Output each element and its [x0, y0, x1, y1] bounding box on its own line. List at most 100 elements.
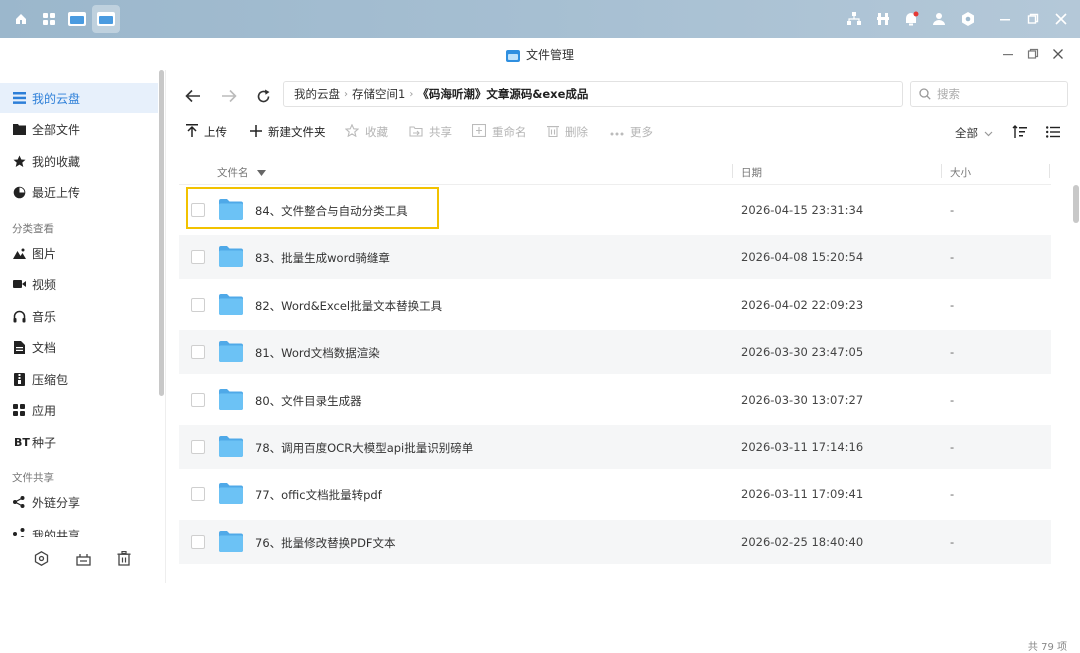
file-name[interactable]: 80、文件目录生成器	[255, 393, 362, 409]
refresh-icon[interactable]	[253, 86, 273, 106]
table-row[interactable]: 83、批量生成word骑缝章 2026-04-08 15:20:54 -	[179, 235, 1051, 279]
row-checkbox[interactable]	[191, 487, 205, 501]
folder-icon	[219, 389, 243, 411]
file-date: 2026-04-15 23:31:34	[741, 203, 864, 217]
column-header-name[interactable]: 文件名	[217, 165, 266, 180]
sort-caret-down-icon[interactable]	[256, 167, 266, 179]
table-row[interactable]: 84、文件整合与自动分类工具 2026-04-15 23:31:34 -	[179, 188, 1051, 232]
file-size: -	[950, 203, 955, 217]
star-outline-icon	[344, 123, 360, 140]
file-name[interactable]: 77、offic文档批量转pdf	[255, 487, 382, 503]
row-checkbox[interactable]	[191, 393, 205, 407]
table-row[interactable]: 80、文件目录生成器 2026-03-30 13:07:27 -	[179, 378, 1051, 422]
settings-gear-icon[interactable]	[954, 5, 982, 33]
column-divider	[1049, 164, 1050, 178]
breadcrumb-item[interactable]: 存储空间1	[352, 86, 405, 102]
search-input[interactable]	[935, 86, 1059, 102]
breadcrumb-item[interactable]: 我的云盘	[294, 86, 340, 102]
favorite-button[interactable]: 收藏	[344, 123, 388, 141]
sidebar-scrollbar[interactable]	[159, 70, 164, 396]
sidebar-item-favorites[interactable]: 我的收藏	[0, 146, 158, 176]
chevron-right-icon: ›	[409, 88, 414, 100]
file-manager-app-icon[interactable]	[63, 5, 91, 33]
hexagon-settings-icon[interactable]	[31, 548, 51, 568]
mountain-image-icon	[12, 246, 26, 260]
file-date: 2026-03-11 17:14:16	[741, 440, 864, 454]
sort-icon[interactable]	[1011, 124, 1027, 140]
file-list-scrollbar[interactable]	[1073, 185, 1079, 223]
list-view-icon[interactable]	[1045, 124, 1061, 140]
user-icon[interactable]	[925, 5, 953, 33]
close-icon[interactable]	[1047, 5, 1075, 33]
rename-label: 重命名	[492, 125, 527, 139]
window-close-icon[interactable]	[1050, 46, 1066, 62]
file-size: -	[950, 250, 955, 264]
desktop-top-bar	[0, 0, 1080, 38]
minimize-icon[interactable]	[991, 5, 1019, 33]
tools-icon[interactable]	[869, 5, 897, 33]
notification-bell-icon[interactable]	[897, 5, 925, 33]
trash-icon[interactable]	[114, 548, 134, 568]
table-row[interactable]: 82、Word&Excel批量文本替换工具 2026-04-02 22:09:23…	[179, 283, 1051, 327]
sidebar-item-my-cloud[interactable]: 我的云盘	[0, 83, 158, 113]
table-row[interactable]: 76、批量修改替换PDF文本 2026-02-25 18:40:40 -	[179, 520, 1051, 564]
upload-icon	[186, 124, 198, 140]
table-row[interactable]: 78、调用百度OCR大模型api批量识别磅单 2026-03-11 17:14:1…	[179, 425, 1051, 469]
sidebar-item-documents[interactable]: 文档	[0, 332, 158, 362]
file-size: -	[950, 440, 955, 454]
column-header-size[interactable]: 大小	[950, 165, 971, 180]
file-name[interactable]: 76、批量修改替换PDF文本	[255, 535, 396, 551]
sidebar-item-torrents[interactable]: BT 种子	[0, 427, 158, 457]
window-minimize-icon[interactable]	[1000, 46, 1016, 62]
home-icon[interactable]	[7, 5, 35, 33]
file-name[interactable]: 83、批量生成word骑缝章	[255, 250, 390, 266]
share-label: 共享	[429, 125, 452, 139]
filter-dropdown[interactable]: 全部	[955, 125, 993, 141]
file-date: 2026-02-25 18:40:40	[741, 535, 864, 549]
table-row[interactable]: 81、Word文档数据渲染 2026-03-30 23:47:05 -	[179, 330, 1051, 374]
back-arrow-icon[interactable]	[183, 86, 203, 106]
restore-icon[interactable]	[1019, 5, 1047, 33]
device-transfer-icon[interactable]	[73, 548, 93, 568]
row-checkbox[interactable]	[191, 298, 205, 312]
star-icon	[12, 154, 26, 168]
apps-grid-icon[interactable]	[35, 5, 63, 33]
rename-button[interactable]: 重命名	[471, 123, 527, 141]
row-checkbox[interactable]	[191, 440, 205, 454]
delete-button[interactable]: 删除	[547, 123, 588, 141]
file-size: -	[950, 298, 955, 312]
table-row[interactable]: 77、offic文档批量转pdf 2026-03-11 17:09:41 -	[179, 472, 1051, 516]
sidebar-item-label: 压缩包	[32, 372, 69, 387]
sidebar-item-recent-uploads[interactable]: 最近上传	[0, 177, 158, 207]
column-divider	[732, 164, 733, 178]
sidebar-item-videos[interactable]: 视频	[0, 269, 158, 299]
sidebar-item-my-shares[interactable]: 我的共享	[0, 519, 158, 537]
sidebar-item-archives[interactable]: 压缩包	[0, 364, 158, 394]
upload-button[interactable]: 上传	[186, 123, 227, 141]
network-icon[interactable]	[840, 5, 868, 33]
row-checkbox[interactable]	[191, 535, 205, 549]
column-header-date[interactable]: 日期	[741, 165, 762, 180]
share-button[interactable]: 共享	[409, 123, 452, 141]
plus-icon	[250, 124, 262, 140]
sidebar-item-music[interactable]: 音乐	[0, 301, 158, 331]
sidebar-item-label: 文档	[32, 340, 57, 355]
file-name[interactable]: 81、Word文档数据渲染	[255, 345, 380, 361]
sidebar-item-link-share[interactable]: 外链分享	[0, 487, 158, 517]
row-checkbox[interactable]	[191, 250, 205, 264]
new-folder-button[interactable]: 新建文件夹	[250, 123, 326, 141]
sidebar-item-apps[interactable]: 应用	[0, 395, 158, 425]
row-checkbox[interactable]	[191, 345, 205, 359]
sidebar-item-all-files[interactable]: 全部文件	[0, 114, 158, 144]
forward-arrow-icon[interactable]	[219, 86, 239, 106]
window-restore-icon[interactable]	[1025, 46, 1041, 62]
sidebar-item-images[interactable]: 图片	[0, 238, 158, 268]
breadcrumb-current[interactable]: 《码海听潮》文章源码&exe成品	[417, 86, 588, 102]
more-button[interactable]: 更多	[610, 123, 653, 141]
file-name[interactable]: 84、文件整合与自动分类工具	[255, 203, 408, 219]
file-name[interactable]: 82、Word&Excel批量文本替换工具	[255, 298, 442, 314]
file-name[interactable]: 78、调用百度OCR大模型api批量识别磅单	[255, 440, 473, 456]
sidebar-item-label: 最近上传	[32, 185, 81, 200]
row-checkbox[interactable]	[191, 203, 205, 217]
file-manager-active-app-icon[interactable]	[92, 5, 120, 33]
